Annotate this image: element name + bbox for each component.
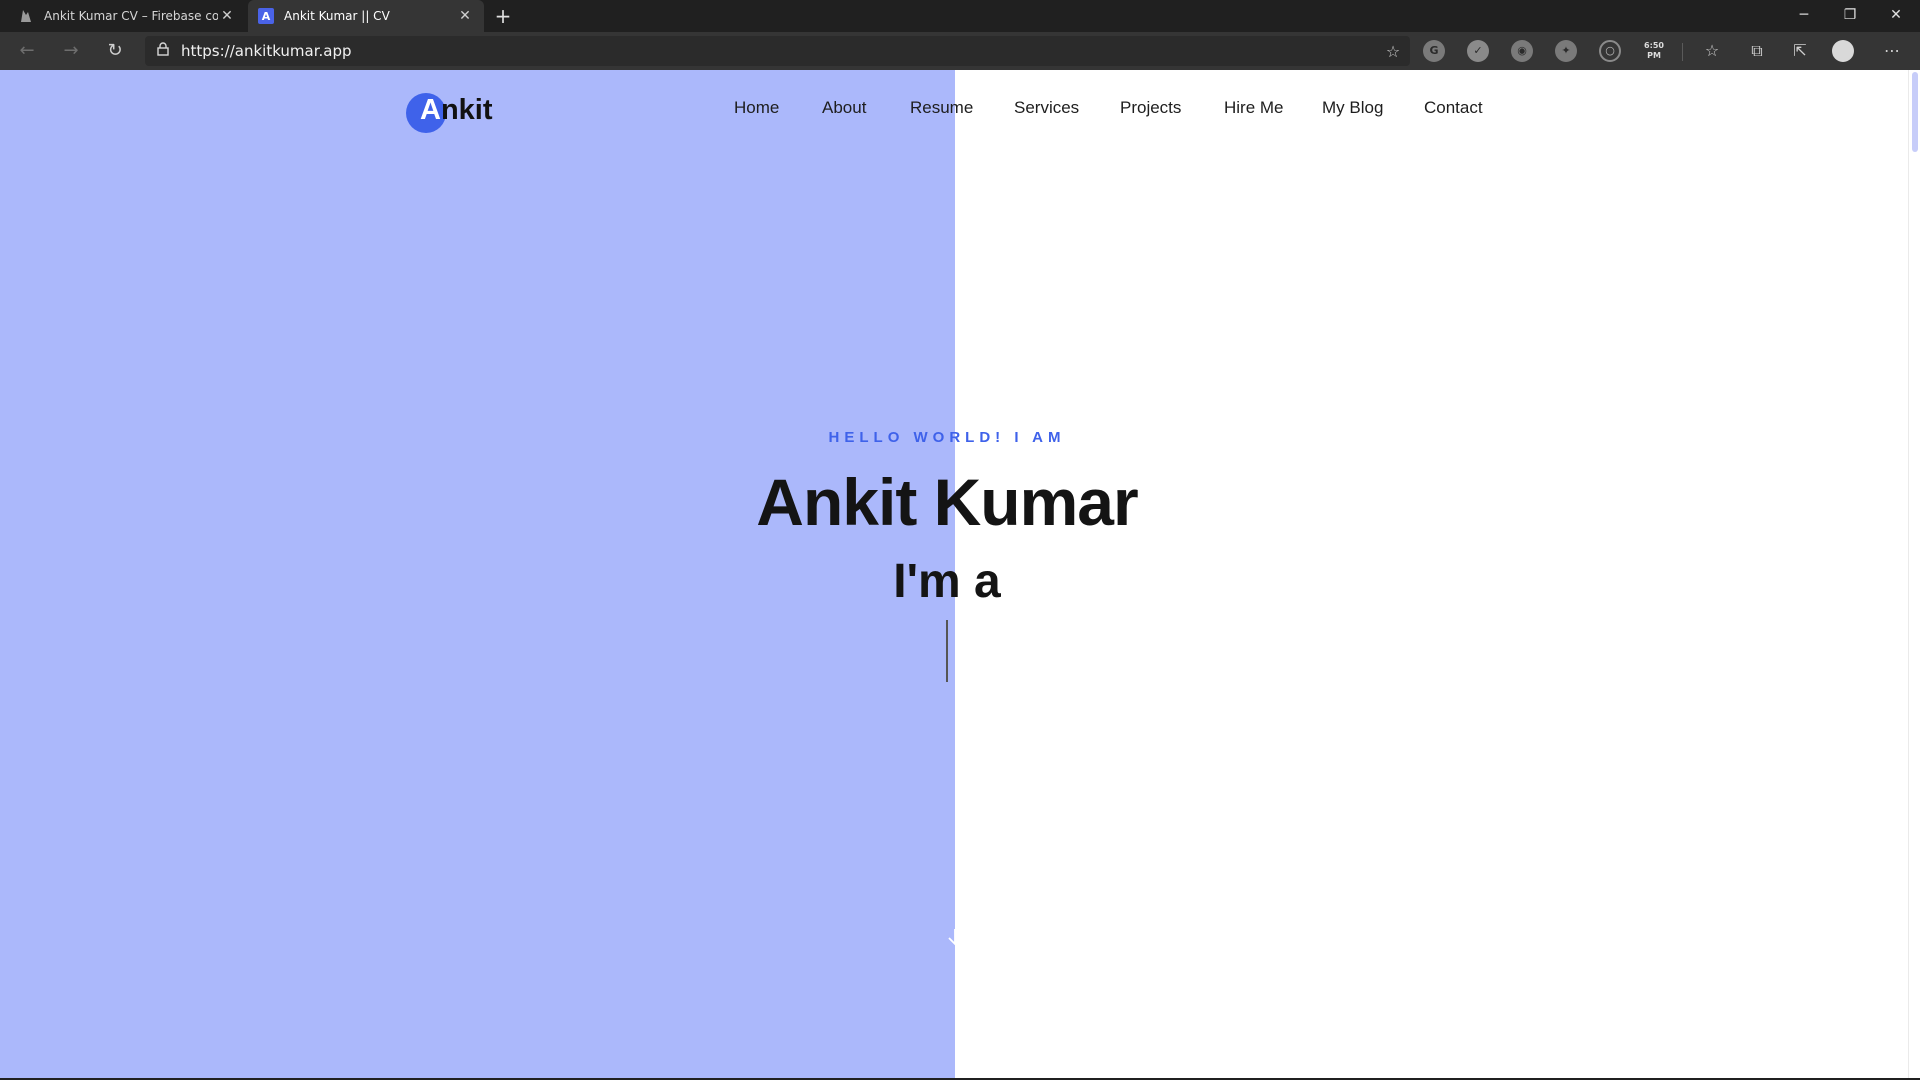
shield-extension-icon[interactable]: ✓ (1467, 40, 1489, 62)
back-button[interactable]: ← (12, 36, 42, 66)
collections-icon[interactable]: ⧉ (1743, 37, 1771, 65)
tab-firebase-console[interactable]: Ankit Kumar CV – Firebase console ✕ (8, 0, 246, 32)
favorite-star-icon[interactable]: ☆ (1376, 42, 1410, 61)
hero-role: I'm a (893, 555, 1001, 608)
favorites-icon[interactable]: ☆ (1698, 37, 1726, 65)
lock-icon (145, 42, 181, 60)
tab-ankit-cv[interactable]: A Ankit Kumar || CV ✕ (248, 0, 484, 32)
address-bar[interactable]: https://ankitkumar.app ☆ (145, 36, 1410, 66)
browser-toolbar: ← → ↻ https://ankitkumar.app ☆ G ✓ ◉ ✦ ○… (0, 32, 1920, 70)
hero-name: Ankit Kumar (756, 465, 1138, 539)
close-tab-icon[interactable]: ✕ (218, 8, 236, 24)
clock-time: 6:50 (1644, 41, 1664, 50)
nav-hire-me[interactable]: Hire Me (1224, 98, 1284, 124)
new-tab-button[interactable]: + (490, 3, 516, 29)
nav-my-blog[interactable]: My Blog (1322, 98, 1383, 124)
tab-title: Ankit Kumar || CV (284, 9, 390, 23)
typing-cursor (946, 620, 948, 682)
site-logo[interactable]: Ankit (406, 93, 536, 135)
minimize-button[interactable]: ─ (1781, 0, 1827, 32)
clock-ampm: PM (1647, 51, 1661, 60)
close-window-button[interactable]: ✕ (1873, 0, 1919, 32)
scrollbar-thumb[interactable] (1912, 72, 1918, 152)
firebase-icon (18, 8, 34, 24)
tracker-extension-icon[interactable]: ✦ (1555, 40, 1577, 62)
nav-about[interactable]: About (822, 98, 866, 124)
page-viewport: Ankit Home About Resume Services Project… (0, 70, 1920, 1078)
refresh-button[interactable]: ↻ (100, 36, 130, 66)
nav-home[interactable]: Home (734, 98, 779, 124)
nav-contact[interactable]: Contact (1424, 98, 1483, 124)
arrow-down-icon[interactable] (944, 926, 966, 948)
hero-greeting: HELLO WORLD! I AM (828, 429, 1066, 446)
more-menu-icon[interactable]: ⋯ (1878, 37, 1906, 65)
logo-text: Ankit (420, 94, 493, 126)
scroll-down-tab[interactable] (955, 876, 1003, 972)
grammarly-extension-icon[interactable]: G (1423, 40, 1445, 62)
clock-extension-icon[interactable]: 6:50 PM (1643, 40, 1665, 62)
toolbar-separator (1682, 43, 1683, 61)
close-tab-icon[interactable]: ✕ (456, 8, 474, 24)
tab-title: Ankit Kumar CV – Firebase console (44, 9, 218, 23)
site-favicon: A (258, 8, 274, 24)
profile-avatar-icon[interactable] (1832, 40, 1854, 62)
url-text: https://ankitkumar.app (181, 42, 352, 60)
restore-button[interactable]: ❐ (1827, 0, 1873, 32)
page-scrollbar[interactable] (1908, 70, 1920, 1078)
nav-projects[interactable]: Projects (1120, 98, 1181, 124)
forward-button[interactable]: → (56, 36, 86, 66)
camera-extension-icon[interactable]: ◉ (1511, 40, 1533, 62)
nav-services[interactable]: Services (1014, 98, 1079, 124)
share-icon[interactable]: ⇱ (1786, 37, 1814, 65)
nav-resume[interactable]: Resume (910, 98, 973, 124)
circle-extension-icon[interactable]: ○ (1599, 40, 1621, 62)
tab-strip: Ankit Kumar CV – Firebase console ✕ A An… (0, 0, 1920, 32)
